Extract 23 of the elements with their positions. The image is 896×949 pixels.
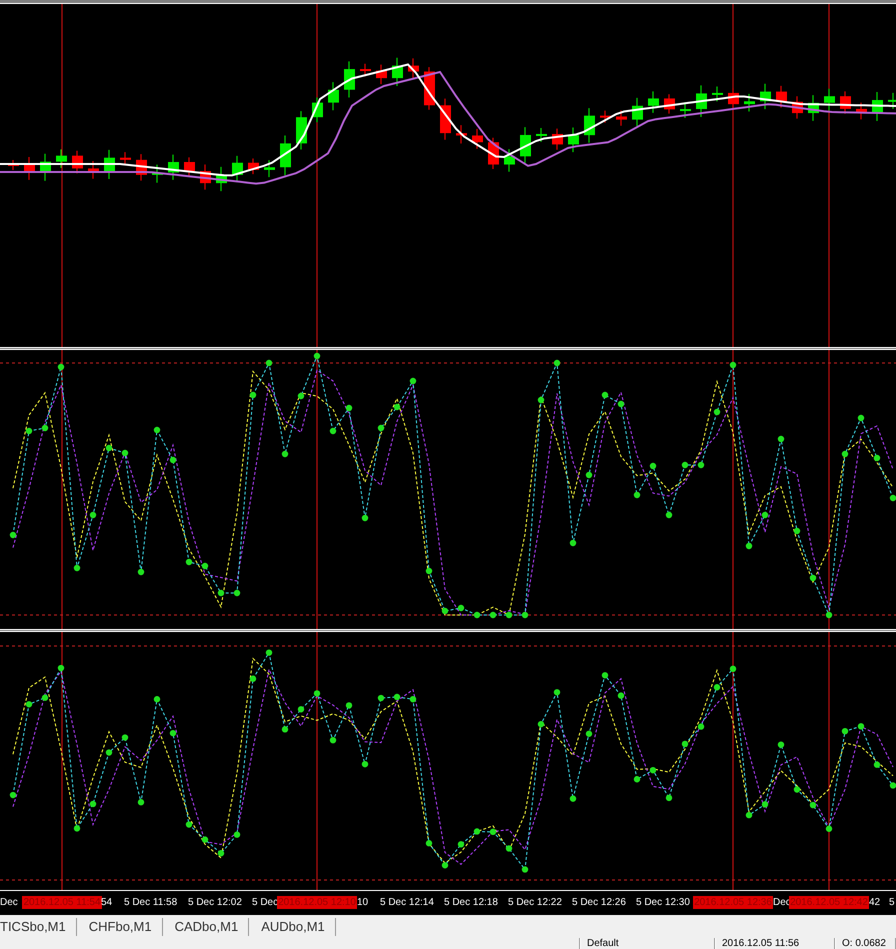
axis-label: 5 Dec [252, 896, 278, 909]
axis-label: 5 Dec 12:30 [636, 896, 690, 909]
axis-label: 10 [357, 896, 368, 909]
axis-label: 5 Dec 11:58 [124, 896, 178, 909]
status-field: 2016.12.05 11:56 [715, 938, 835, 949]
axis-label: 5 Dec 12:18 [444, 896, 498, 909]
status-field: O: 0.0682 [835, 938, 896, 949]
time-marker-label: 2016.12.05 12:42 [789, 896, 869, 909]
axis-label: 5 Dec 12:14 [380, 896, 434, 909]
time-marker-label: 2016.12.05 12:36 [693, 896, 773, 909]
chart-tab[interactable]: CHFbo,M1 [82, 918, 163, 936]
chart-tab[interactable]: TICSbo,M1 [0, 918, 77, 936]
time-marker-label: 2016.12.05 11:54 [22, 896, 102, 909]
chart-tab[interactable]: CADbo,M1 [168, 918, 250, 936]
axis-label: 5 [889, 896, 895, 909]
axis-label: 5 Dec 12:26 [572, 896, 626, 909]
axis-label: 42 [869, 896, 880, 909]
axis-label: 5 Dec 12:02 [188, 896, 242, 909]
axis-label: 5 Dec 12:22 [508, 896, 562, 909]
chart-tab[interactable]: AUDbo,M1 [255, 918, 336, 936]
status-field: Default [580, 938, 715, 949]
time-marker-label: 2016.12.05 12:10 [277, 896, 357, 909]
axis-label: Dec [0, 896, 18, 909]
